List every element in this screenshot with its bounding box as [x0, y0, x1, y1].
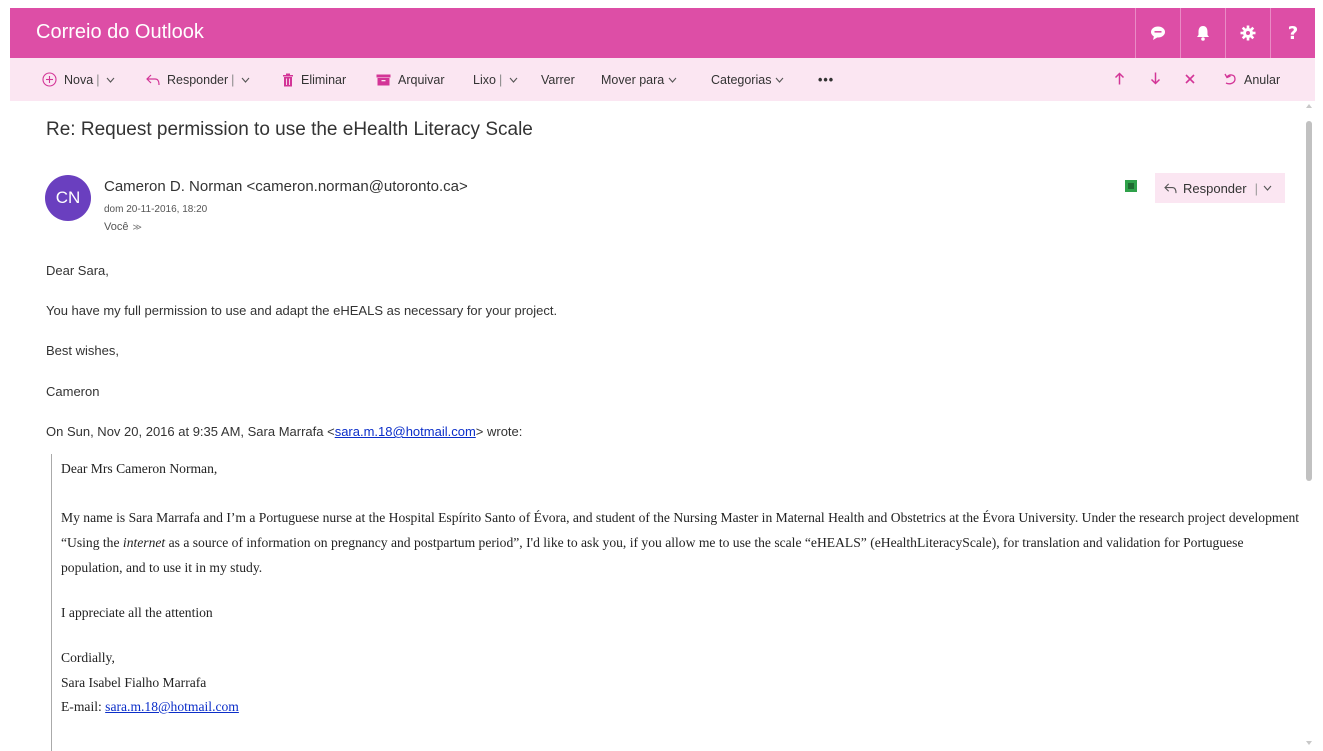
message-reply-button[interactable]: Responder | [1155, 173, 1285, 203]
archive-label: Arquivar [398, 72, 445, 87]
quoted-paragraph: My name is Sara Marrafa and I’m a Portug… [61, 505, 1301, 580]
undo-icon [1224, 73, 1237, 86]
reply-label: Responder [167, 72, 229, 87]
quoted-email-line: E-mail: sara.m.18@hotmail.com [61, 699, 239, 715]
separator: | [1254, 180, 1258, 196]
message-reply-label: Responder [1183, 180, 1247, 196]
sweep-label: Varrer [541, 72, 575, 87]
recipient-label: Você [104, 221, 129, 233]
quote-header-prefix: On Sun, Nov 20, 2016 at 9:35 AM, Sara Ma… [46, 424, 335, 439]
chevron-down-icon[interactable] [1263, 185, 1272, 191]
categories-button[interactable]: Categorias [711, 58, 784, 101]
reply-button[interactable]: Responder | [146, 58, 250, 101]
help-icon[interactable]: ? [1270, 8, 1315, 58]
chevron-down-icon [775, 77, 784, 83]
header-icons: ? [1135, 8, 1315, 58]
reply-icon [146, 74, 160, 86]
app-title[interactable]: Correio do Outlook [36, 8, 204, 56]
gear-icon[interactable] [1225, 8, 1270, 58]
quoted-appreciate: I appreciate all the attention [61, 605, 213, 620]
more-icon: ••• [818, 72, 835, 87]
help-glyph: ? [1287, 22, 1299, 44]
separator: | [498, 72, 503, 87]
body-signature: Cameron [46, 384, 100, 399]
arrow-down-icon [1150, 72, 1161, 88]
quoted-paragraph-b: as a source of information on pregnancy … [61, 535, 1244, 575]
sender-name[interactable]: Cameron D. Norman <cameron.norman@utoron… [104, 178, 468, 195]
chevron-down-icon[interactable] [509, 77, 518, 83]
body-closing: Best wishes, [46, 343, 119, 358]
quoted-email-link[interactable]: sara.m.18@hotmail.com [105, 699, 239, 714]
message-subject: Re: Request permission to use the eHealt… [46, 119, 533, 140]
scroll-up-arrow-icon[interactable] [1306, 104, 1312, 108]
more-options-button[interactable]: ••• [818, 58, 834, 101]
reply-icon [1164, 183, 1177, 194]
undo-label: Anular [1244, 72, 1281, 87]
delete-button[interactable]: Eliminar [282, 58, 346, 101]
plus-circle-icon [42, 72, 57, 87]
quote-header-suffix: > wrote: [475, 424, 523, 439]
chevron-down-icon[interactable] [106, 77, 115, 83]
quote-header: On Sun, Nov 20, 2016 at 9:35 AM, Sara Ma… [46, 424, 522, 439]
quoted-name: Sara Isabel Fialho Marrafa [61, 675, 207, 690]
junk-label: Lixo [473, 72, 496, 87]
quote-email-link[interactable]: sara.m.18@hotmail.com [335, 424, 476, 439]
delete-label: Eliminar [301, 72, 347, 87]
bell-icon[interactable] [1180, 8, 1225, 58]
message-date: dom 20-11-2016, 18:20 [104, 204, 208, 215]
close-icon [1185, 73, 1195, 87]
scrollbar-thumb[interactable] [1306, 121, 1312, 481]
separator: | [231, 72, 235, 87]
avatar[interactable]: CN [45, 175, 91, 221]
chat-icon[interactable] [1135, 8, 1180, 58]
arrow-up-icon [1114, 71, 1125, 88]
body-greeting: Dear Sara, [46, 263, 109, 278]
close-message-button[interactable] [1185, 58, 1195, 101]
separator: | [96, 72, 100, 87]
previous-message-button[interactable] [1114, 58, 1125, 101]
quoted-email-label: E-mail: [61, 699, 106, 714]
body-paragraph: You have my full permission to use and a… [46, 303, 558, 318]
quoted-paragraph-em: internet [122, 535, 166, 550]
next-message-button[interactable] [1150, 58, 1161, 101]
quoted-cordially: Cordially, [61, 650, 115, 665]
chevron-down-icon [668, 77, 677, 83]
new-label: Nova [64, 72, 94, 87]
double-chevron-down-icon[interactable]: ≫ [132, 222, 141, 232]
junk-button[interactable]: Lixo | [473, 58, 518, 101]
scroll-down-arrow-icon[interactable] [1306, 741, 1312, 745]
move-to-label: Mover para [601, 72, 665, 87]
archive-icon [376, 74, 391, 86]
sweep-button[interactable]: Varrer [541, 58, 575, 101]
app-header: Correio do Outlook ? [10, 8, 1315, 58]
recipients[interactable]: Você ≫ [104, 221, 142, 233]
command-toolbar: Nova | Responder | Eliminar Arquivar Lix… [10, 58, 1315, 101]
evernote-addin-icon[interactable] [1125, 180, 1137, 192]
trash-icon [282, 73, 294, 87]
quoted-greeting: Dear Mrs Cameron Norman, [61, 461, 218, 476]
categories-label: Categorias [711, 72, 772, 87]
quote-divider [51, 454, 52, 751]
undo-button[interactable]: Anular [1224, 58, 1280, 101]
new-button[interactable]: Nova | [42, 58, 115, 101]
chevron-down-icon[interactable] [241, 77, 250, 83]
archive-button[interactable]: Arquivar [376, 58, 445, 101]
move-to-button[interactable]: Mover para [601, 58, 677, 101]
